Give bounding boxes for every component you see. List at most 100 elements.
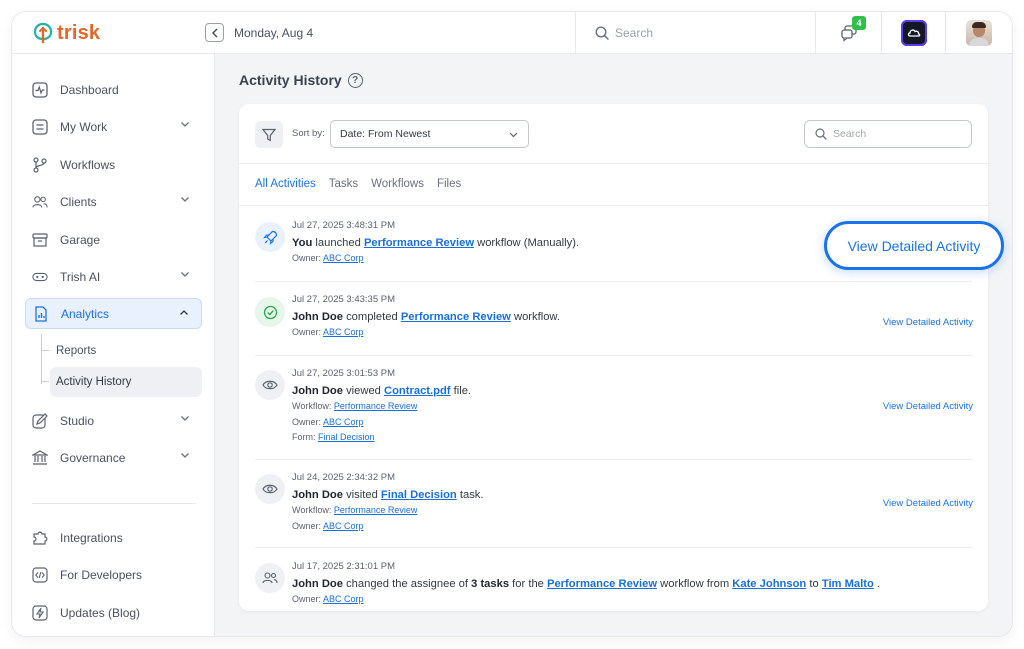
activity-time: Jul 27, 2025 3:43:35 PM [292,294,395,305]
meta-link[interactable]: ABC Corp [323,594,364,604]
sidebar-item-label: Garage [60,232,101,247]
app-window: trisk Monday, Aug 4 Search 4 Dashboard M… [12,12,1012,636]
activity-meta: Workflow: Performance Review [292,399,471,415]
view-detailed-activity-link[interactable]: View Detailed Activity [883,401,973,412]
tab-all-activities[interactable]: All Activities [255,178,316,190]
meta-link[interactable]: ABC Corp [323,253,364,263]
sidebar-item-garage[interactable]: Garage [25,224,202,255]
pulse-icon [32,81,48,98]
activity-suffix: file. [450,385,472,397]
activity-time: Jul 24, 2025 2:34:32 PM [292,472,395,483]
cloud-icon [907,29,920,37]
assignee-from-link[interactable]: Kate Johnson [732,578,806,590]
notifications-button[interactable]: 4 [815,12,881,54]
activity-link[interactable]: Performance Review [401,311,511,323]
meta-link[interactable]: Final Decision [318,432,375,442]
row-separator [255,547,972,548]
activity-link[interactable]: Contract.pdf [384,385,451,397]
rocket-icon [255,222,285,252]
page-title-text: Activity History [239,72,342,88]
assignee-to-link[interactable]: Tim Malto [822,578,874,590]
submenu-tick [41,350,49,351]
chevron-down-icon [181,122,189,127]
sidebar-item-label: Clients [60,194,97,209]
global-search[interactable]: Search [575,12,815,54]
meta-label: Owner: [292,594,322,604]
sort-label: Sort by: [292,128,325,139]
activity-tabs: All Activities Tasks Workflows Files [255,178,461,190]
sidebar-subitem-activity-history[interactable]: Activity History [50,367,202,397]
tab-tasks[interactable]: Tasks [329,178,358,190]
sidebar-item-workflows[interactable]: Workflows [25,149,202,180]
sidebar-item-dashboard[interactable]: Dashboard [25,74,202,105]
activity-meta: Owner: ABC Corp [292,325,560,341]
activity-count: 3 tasks [471,578,510,590]
sidebar-subitem-reports[interactable]: Reports [50,336,202,366]
chevron-up-icon [180,310,188,315]
current-date: Monday, Aug 4 [234,26,314,40]
eye-icon [255,370,285,400]
activity-text: John Doe changed the assignee of 3 tasks… [292,576,880,592]
sidebar-item-clients[interactable]: Clients [25,186,202,217]
activity-connector: workflow from [657,578,733,590]
search-icon [595,26,609,40]
sidebar-item-for-developers[interactable]: For Developers [25,559,202,590]
logo[interactable]: trisk [32,20,100,46]
toolbar-divider [239,163,988,164]
meta-link[interactable]: Performance Review [334,401,418,411]
tab-files[interactable]: Files [437,178,461,190]
view-detailed-activity-callout[interactable]: View Detailed Activity [824,221,1004,270]
activity-verb: completed [342,311,401,323]
filter-button[interactable] [255,121,283,148]
help-icon[interactable]: ? [347,72,363,88]
tab-workflows[interactable]: Workflows [371,178,424,190]
activity-meta: Form: Final Decision [292,430,471,446]
meta-link[interactable]: ABC Corp [323,417,364,427]
collapse-sidebar-button[interactable] [205,23,224,42]
chevron-left-icon [211,27,218,38]
bolt-icon [32,604,48,621]
sidebar-item-governance[interactable]: Governance [25,442,202,473]
activity-text: John Doe viewed Contract.pdf file. [292,383,471,399]
sort-select[interactable]: Date: From Newest [330,120,529,148]
activity-actor: John Doe [292,489,343,501]
users-icon [32,194,48,210]
sidebar-item-label: For Developers [60,567,143,582]
row-separator [255,459,972,460]
sidebar-item-label: My Work [60,119,108,134]
sidebar-item-trish-ai[interactable]: Trish AI [25,261,202,292]
logo-text: trisk [57,21,101,44]
app-avatar [900,20,927,46]
sidebar-item-label: Governance [60,450,126,465]
global-search-placeholder: Search [615,26,654,40]
activity-link[interactable]: Performance Review [547,578,657,590]
activity-actor: John Doe [292,578,343,590]
sidebar-item-studio[interactable]: Studio [25,405,202,436]
sidebar-item-my-work[interactable]: My Work [25,111,202,142]
sidebar-item-analytics[interactable]: Analytics [25,298,202,329]
meta-link[interactable]: Performance Review [334,505,418,515]
activity-body: Jul 17, 2025 2:31:01 PM John Doe changed… [292,561,880,608]
activity-meta: Owner: ABC Corp [292,592,880,608]
user-menu-button[interactable] [945,12,1012,54]
activity-meta: Owner: ABC Corp [292,251,579,267]
activity-connector: to [806,578,822,590]
activity-verb: visited [342,489,381,501]
activity-body: Jul 27, 2025 3:48:31 PM You launched Per… [292,220,579,267]
sidebar-item-label: Dashboard [60,82,119,97]
activity-actor: You [292,237,313,249]
sidebar-item-updates-blog[interactable]: Updates (Blog) [25,597,202,628]
meta-link[interactable]: ABC Corp [323,521,364,531]
app-switcher-button[interactable] [881,12,945,54]
meta-link[interactable]: ABC Corp [323,327,364,337]
view-detailed-activity-link[interactable]: View Detailed Activity [883,498,973,509]
activity-search [804,120,972,148]
chevron-down-icon [181,197,189,202]
activity-search-input[interactable] [833,128,963,140]
activity-link[interactable]: Final Decision [381,489,457,501]
activity-link[interactable]: Performance Review [364,237,474,249]
meta-label: Form: [292,432,316,442]
activity-meta: Workflow: Performance Review [292,503,483,519]
sidebar-item-integrations[interactable]: Integrations [25,522,202,553]
view-detailed-activity-link[interactable]: View Detailed Activity [883,317,973,328]
